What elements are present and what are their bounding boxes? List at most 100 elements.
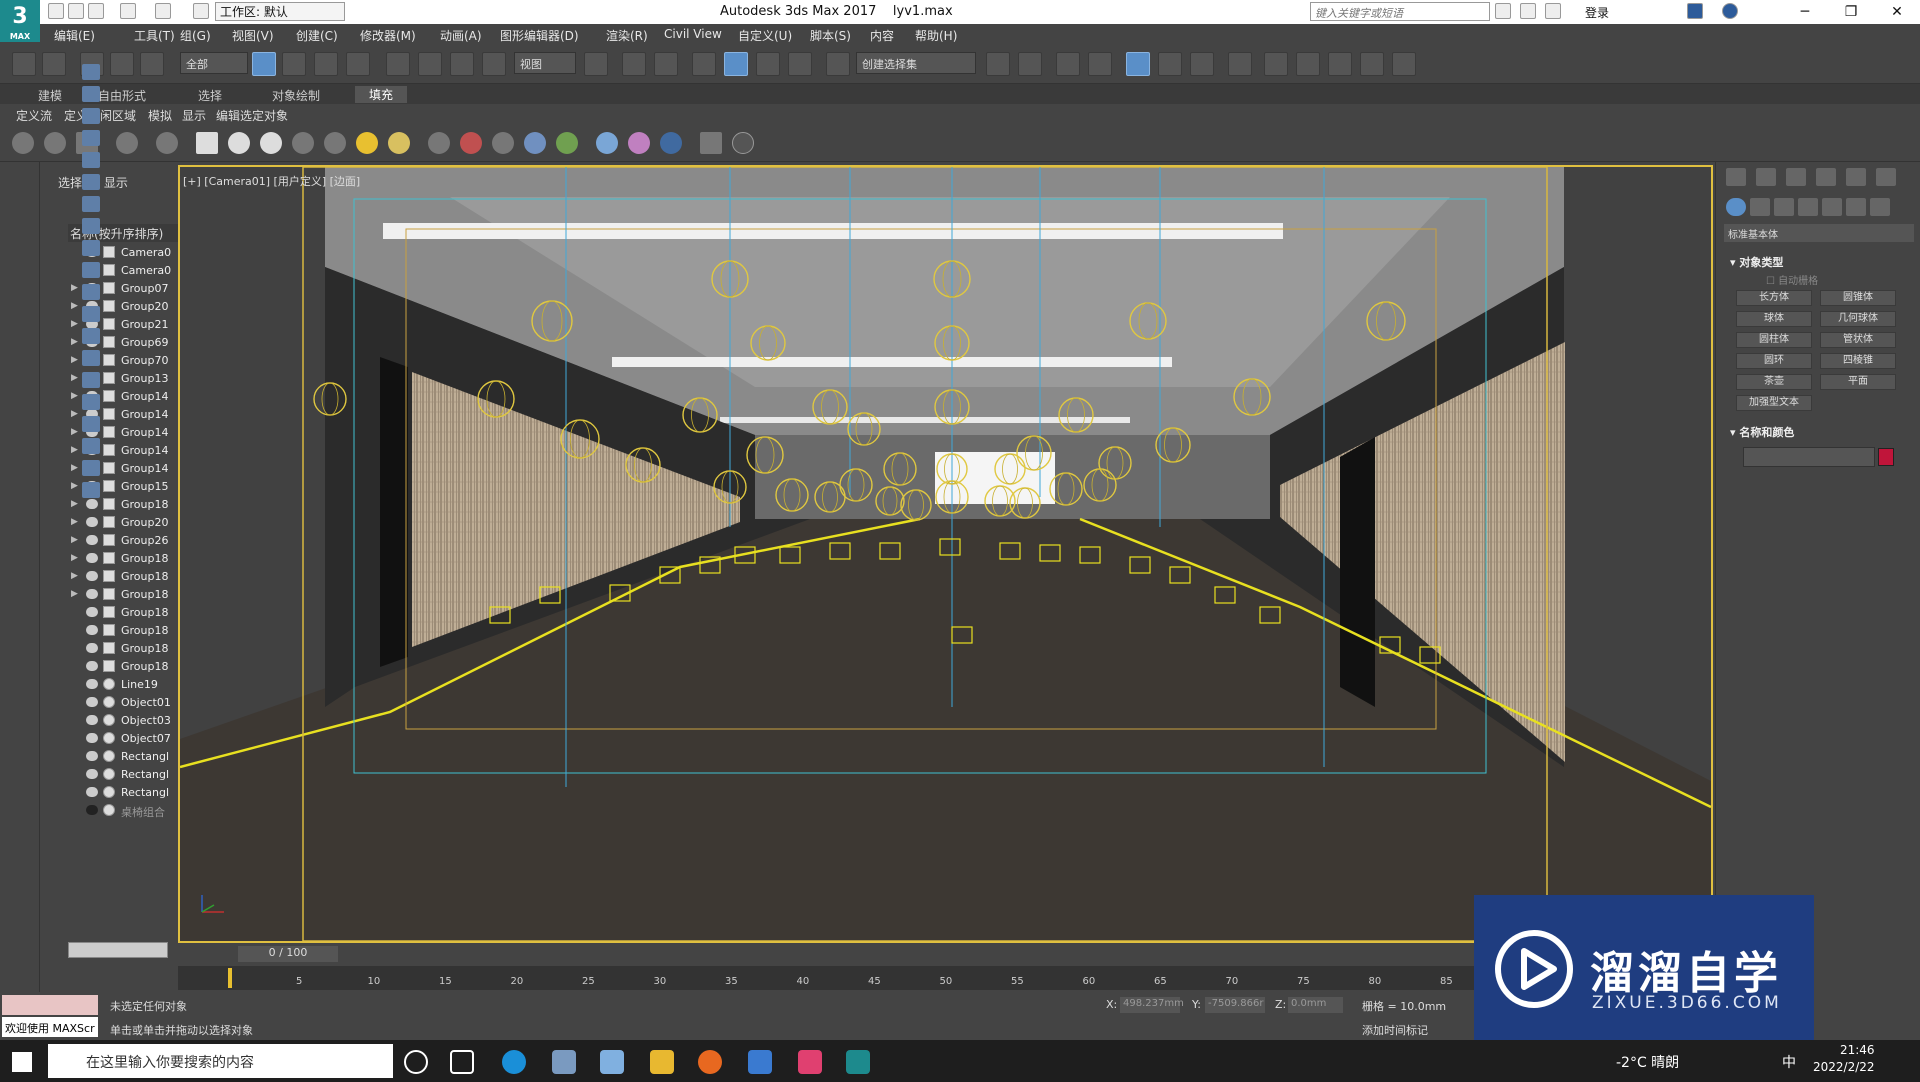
redo-icon[interactable]	[155, 3, 171, 19]
expand-arrow-icon[interactable]: ▶	[71, 481, 78, 491]
save-file-icon[interactable]	[88, 3, 104, 19]
menu-item[interactable]: 帮助(H)	[915, 27, 957, 44]
explorer-filter-icon[interactable]	[82, 482, 100, 498]
object-type-button[interactable]: 圆柱体	[1736, 332, 1812, 348]
window-crossing-icon[interactable]	[346, 52, 370, 76]
visibility-eye-icon[interactable]	[86, 589, 98, 599]
grid-icon[interactable]	[492, 132, 514, 154]
mirror-icon[interactable]	[986, 52, 1010, 76]
explorer-filter-icon[interactable]	[82, 372, 100, 388]
binoculars-icon[interactable]	[1495, 3, 1511, 19]
curve-editor-icon[interactable]	[1158, 52, 1182, 76]
track-bar[interactable]: 5 10 15 20 25 30 35 40 45 50 55 60 65 70 75 80 85	[178, 966, 1478, 990]
shader-icon[interactable]	[460, 132, 482, 154]
expand-arrow-icon[interactable]: ▶	[71, 427, 78, 437]
explorer-filter-icon[interactable]	[82, 174, 100, 190]
move-icon[interactable]	[386, 52, 410, 76]
explorer-scrollbar[interactable]	[68, 942, 168, 958]
add-time-tag[interactable]: 添加时间标记	[1362, 1022, 1428, 1038]
menu-item[interactable]: 修改器(M)	[360, 27, 416, 44]
expand-arrow-icon[interactable]: ▶	[71, 589, 78, 599]
object-type-button[interactable]: 圆锥体	[1820, 290, 1896, 306]
ribbon-tab[interactable]: 建模	[38, 87, 62, 104]
expand-arrow-icon[interactable]: ▶	[71, 553, 78, 563]
explorer-filter-icon[interactable]	[82, 438, 100, 454]
visibility-eye-icon[interactable]	[86, 769, 98, 779]
visibility-eye-icon[interactable]	[86, 553, 98, 563]
rotate-icon[interactable]	[418, 52, 442, 76]
explorer-filter-icon[interactable]	[82, 394, 100, 410]
object-type-button[interactable]: 茶壶	[1736, 374, 1812, 390]
name-color-header[interactable]: ▾ 名称和颜色	[1730, 424, 1794, 440]
undo-icon[interactable]	[120, 3, 136, 19]
dome-icon[interactable]	[228, 132, 250, 154]
sun-icon[interactable]	[356, 132, 378, 154]
explorer-filter-icon[interactable]	[82, 86, 100, 102]
ribbon-subtab[interactable]: 模拟	[148, 107, 172, 124]
help-icon[interactable]	[1722, 3, 1738, 19]
visibility-eye-icon[interactable]	[86, 679, 98, 689]
menu-item[interactable]: 视图(V)	[232, 27, 274, 44]
taskbar-search[interactable]: 在这里输入你要搜索的内容	[48, 1044, 393, 1078]
visibility-eye-icon[interactable]	[86, 607, 98, 617]
edit-named-selection-icon[interactable]	[826, 52, 850, 76]
material-ball-icon[interactable]	[596, 132, 618, 154]
render-iterative-icon[interactable]	[1360, 52, 1384, 76]
x-coordinate[interactable]: 498.237mm	[1120, 997, 1184, 1013]
explorer-filter-icon[interactable]	[82, 416, 100, 432]
render-setup-icon[interactable]	[1264, 52, 1288, 76]
visibility-eye-icon[interactable]	[86, 733, 98, 743]
plane-icon[interactable]	[196, 132, 218, 154]
object-type-button[interactable]: 长方体	[1736, 290, 1812, 306]
cameras-icon[interactable]	[1798, 198, 1818, 216]
explorer-filter-icon[interactable]	[82, 262, 100, 278]
cortana-icon[interactable]	[404, 1050, 428, 1074]
expand-arrow-icon[interactable]: ▶	[71, 337, 78, 347]
clipboard-icon[interactable]	[700, 132, 722, 154]
menu-item[interactable]: 图形编辑器(D)	[500, 27, 579, 44]
geometry-icon[interactable]	[1726, 198, 1746, 216]
exchange-icon[interactable]	[1687, 3, 1703, 19]
create-tab-icon[interactable]	[1726, 168, 1746, 186]
visibility-eye-icon[interactable]	[86, 499, 98, 509]
schematic-view-icon[interactable]	[1190, 52, 1214, 76]
login-button[interactable]: 登录	[1585, 4, 1609, 21]
expand-arrow-icon[interactable]: ▶	[71, 499, 78, 509]
undo-icon[interactable]	[12, 52, 36, 76]
menu-item[interactable]: 自定义(U)	[738, 27, 792, 44]
menu-item[interactable]: 编辑(E)	[54, 27, 95, 44]
visibility-eye-icon[interactable]	[86, 517, 98, 527]
app-logo[interactable]: 3 MAX	[0, 0, 40, 42]
scale-icon[interactable]	[450, 52, 474, 76]
explorer-filter-icon[interactable]	[82, 350, 100, 366]
spacewarps-icon[interactable]	[1846, 198, 1866, 216]
file-explorer-icon[interactable]	[650, 1050, 674, 1074]
object-name-field[interactable]	[1743, 447, 1875, 467]
minimize-button[interactable]: ─	[1782, 0, 1828, 24]
utilities-tab-icon[interactable]	[1876, 168, 1896, 186]
autogrid-checkbox[interactable]: ☐ 自动栅格	[1766, 272, 1818, 287]
layer-manager-icon[interactable]	[1056, 52, 1080, 76]
edge-icon[interactable]	[502, 1050, 526, 1074]
systems-icon[interactable]	[1870, 198, 1890, 216]
paint-icon[interactable]	[748, 1050, 772, 1074]
app-icon-1[interactable]	[552, 1050, 576, 1074]
explorer-filter-icon[interactable]	[82, 460, 100, 476]
tab-select[interactable]: 选择	[58, 176, 82, 190]
explorer-filter-icon[interactable]	[82, 130, 100, 146]
communication-icon[interactable]	[1520, 3, 1536, 19]
pivot-center-icon[interactable]	[584, 52, 608, 76]
time-slider[interactable]: 0 / 100	[178, 944, 1398, 964]
maxscript-listener[interactable]	[2, 995, 98, 1015]
explorer-filter-icon[interactable]	[82, 196, 100, 212]
expand-arrow-icon[interactable]: ▶	[71, 391, 78, 401]
selection-filter-dropdown[interactable]: 全部	[180, 52, 248, 74]
expand-arrow-icon[interactable]: ▶	[71, 301, 78, 311]
app-icon-3[interactable]	[798, 1050, 822, 1074]
align-icon[interactable]	[1018, 52, 1042, 76]
particles-icon[interactable]	[428, 132, 450, 154]
explorer-filter-icon[interactable]	[82, 240, 100, 256]
open-file-icon[interactable]	[68, 3, 84, 19]
visibility-eye-icon[interactable]	[86, 643, 98, 653]
rect-selection-icon[interactable]	[314, 52, 338, 76]
